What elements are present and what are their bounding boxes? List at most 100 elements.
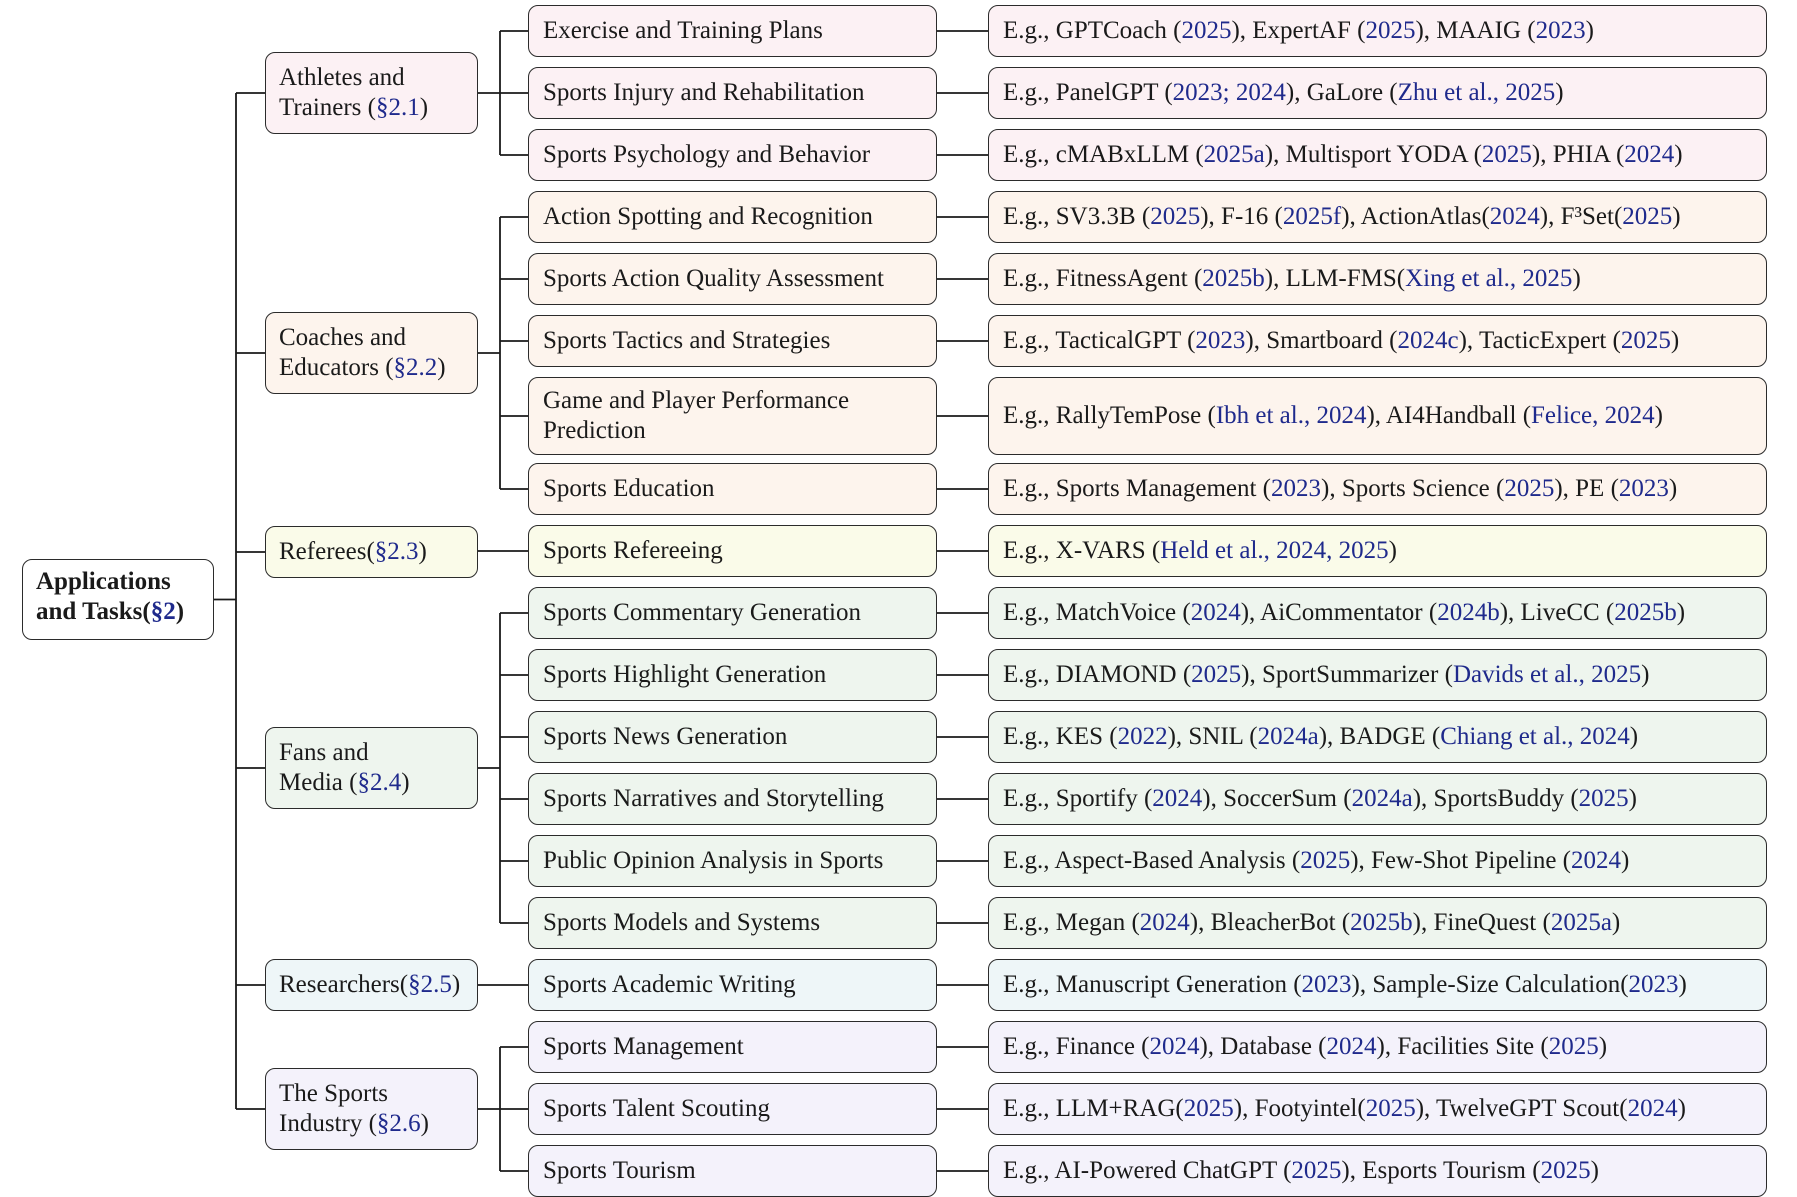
category-label-text: Researchers( (279, 971, 409, 998)
citation: 2025b (1614, 599, 1677, 626)
example-text: E.g., PanelGPT (2023; 2024), GaLore (Zhu… (1003, 78, 1564, 108)
example-segment: ), BleacherBot ( (1189, 909, 1351, 936)
citation: Chiang et al., 2024 (1440, 723, 1630, 750)
task-node: Sports Highlight Generation (528, 649, 937, 701)
citation: 2025a (1550, 909, 1612, 936)
example-node: E.g., SV3.3B (2025), F-16 (2025f), Actio… (988, 191, 1767, 243)
example-segment: ) (1674, 141, 1683, 168)
example-text: E.g., KES (2022), SNIL (2024a), BADGE (C… (1003, 722, 1638, 752)
example-node: E.g., RallyTemPose (Ibh et al., 2024), A… (988, 377, 1767, 455)
category-label-line1: Coaches and (279, 324, 407, 351)
example-segment: ), MAAIG ( (1415, 17, 1536, 44)
example-node: E.g., X-VARS (Held et al., 2024, 2025) (988, 525, 1767, 577)
citation: 2024 (1627, 1095, 1678, 1122)
category-label-line1: Fans and (279, 739, 369, 766)
citation: 2025 (1620, 327, 1671, 354)
citation: 2025 (1481, 141, 1532, 168)
example-segment: ) (1598, 1033, 1608, 1060)
example-text: E.g., Sportify (2024), SoccerSum (2024a)… (1003, 784, 1637, 814)
example-segment: E.g., DIAMOND ( (1003, 661, 1192, 688)
example-segment: ) (1628, 785, 1637, 812)
task-label: Sports Tourism (543, 1157, 696, 1184)
citation: 2025a (1203, 141, 1265, 168)
category-label-suffix: ) (437, 354, 446, 381)
citation: 2025 (1291, 1157, 1342, 1184)
task-label: Sports Refereeing (543, 537, 723, 564)
example-segment: ), TacticExpert ( (1458, 327, 1621, 354)
example-segment: ), AI4Handball ( (1366, 402, 1532, 429)
example-node: E.g., LLM+RAG(2025), Footyintel(2025), T… (988, 1083, 1767, 1135)
example-segment: ), SoccerSum ( (1202, 785, 1352, 812)
citation: Held et al., 2024, 2025 (1160, 537, 1389, 564)
example-text: E.g., RallyTemPose (Ibh et al., 2024), A… (1003, 401, 1663, 431)
citation: 2023; 2024 (1172, 79, 1286, 106)
example-segment: ), Esports Tourism ( (1341, 1157, 1541, 1184)
citation: 2023 (1535, 17, 1586, 44)
citation: 2025 (1365, 17, 1416, 44)
category-label-line1: Athletes and (279, 64, 405, 91)
example-segment: ) (1676, 599, 1686, 626)
example-segment: ), Footyintel( (1233, 1095, 1366, 1122)
example-segment: ) (1621, 847, 1630, 874)
category-label-suffix: ) (420, 1110, 429, 1137)
category-label: Researchers(§2.5) (279, 970, 477, 1000)
example-segment: ), SportsBuddy ( (1412, 785, 1579, 812)
category-node: Researchers(§2.5) (265, 959, 478, 1011)
example-segment: ), PHIA ( (1531, 141, 1625, 168)
category-node: The Sports Industry (§2.6) (265, 1068, 478, 1150)
root-section-ref: §2 (150, 598, 176, 625)
example-segment: E.g., RallyTemPose ( (1003, 402, 1216, 429)
citation: Ibh et al., 2024 (1215, 402, 1367, 429)
task-node: Sports News Generation (528, 711, 937, 763)
category-section-ref: §2.1 (376, 94, 420, 121)
example-node: E.g., Manuscript Generation (2023), Samp… (988, 959, 1767, 1011)
example-text: E.g., Finance (2024), Database (2024), F… (1003, 1032, 1607, 1062)
example-segment: E.g., LLM+RAG( (1003, 1095, 1184, 1122)
example-segment: ) (1654, 402, 1663, 429)
category-label-suffix: ) (401, 769, 410, 796)
example-text: E.g., MatchVoice (2024), AiCommentator (… (1003, 598, 1685, 628)
task-label-line2: Prediction (543, 417, 646, 444)
example-node: E.g., GPTCoach (2025), ExpertAF (2025), … (988, 5, 1767, 57)
example-segment: ) (1641, 661, 1650, 688)
task-node: Sports Refereeing (528, 525, 937, 577)
citation: 2025 (1181, 17, 1232, 44)
example-segment: ), ExpertAF ( (1231, 17, 1366, 44)
citation: 2023 (1618, 475, 1669, 502)
task-node: Sports Narratives and Storytelling (528, 773, 937, 825)
category-label-suffix: ) (419, 94, 429, 121)
example-text: E.g., AI-Powered ChatGPT (2025), Esports… (1003, 1156, 1599, 1186)
citation: 2025 (1150, 203, 1201, 230)
example-segment: E.g., Sportify ( (1003, 785, 1153, 812)
task-node: Public Opinion Analysis in Sports (528, 835, 937, 887)
task-node: Sports Management (528, 1021, 937, 1073)
task-label: Sports Psychology and Behavior (543, 141, 871, 168)
category-label-line2: Media (§2.4) (279, 768, 477, 798)
task-node: Sports Action Quality Assessment (528, 253, 937, 305)
example-segment: E.g., TacticalGPT ( (1003, 327, 1196, 354)
example-text: E.g., cMABxLLM (2025a), Multisport YODA … (1003, 140, 1683, 170)
example-segment: E.g., Aspect-Based Analysis ( (1003, 847, 1301, 874)
citation: 2025b (1350, 909, 1413, 936)
citation: 2024 (1489, 203, 1540, 230)
citation: 2025 (1622, 203, 1673, 230)
citation: 2025f (1282, 203, 1342, 230)
example-segment: ), BADGE ( (1318, 723, 1441, 750)
citation: 2023 (1628, 971, 1679, 998)
citation: 2024 (1139, 909, 1190, 936)
category-section-ref: §2.4 (357, 769, 402, 796)
citation: 2025b (1202, 265, 1265, 292)
category-label-text: Educators ( (279, 354, 394, 381)
example-text: E.g., GPTCoach (2025), ExpertAF (2025), … (1003, 16, 1594, 46)
task-node: Exercise and Training Plans (528, 5, 937, 57)
task-label: Exercise and Training Plans (543, 17, 823, 44)
citation: 2024c (1397, 327, 1459, 354)
citation: 2023 (1271, 475, 1322, 502)
root-line2-text: and Tasks( (36, 598, 151, 625)
task-node: Sports Injury and Rehabilitation (528, 67, 937, 119)
example-segment: ), GaLore ( (1285, 79, 1398, 106)
example-segment: ), Multisport YODA ( (1264, 141, 1482, 168)
example-segment: ) (1629, 723, 1639, 750)
example-text: E.g., Aspect-Based Analysis (2025), Few-… (1003, 846, 1629, 876)
citation: 2025 (1504, 475, 1555, 502)
